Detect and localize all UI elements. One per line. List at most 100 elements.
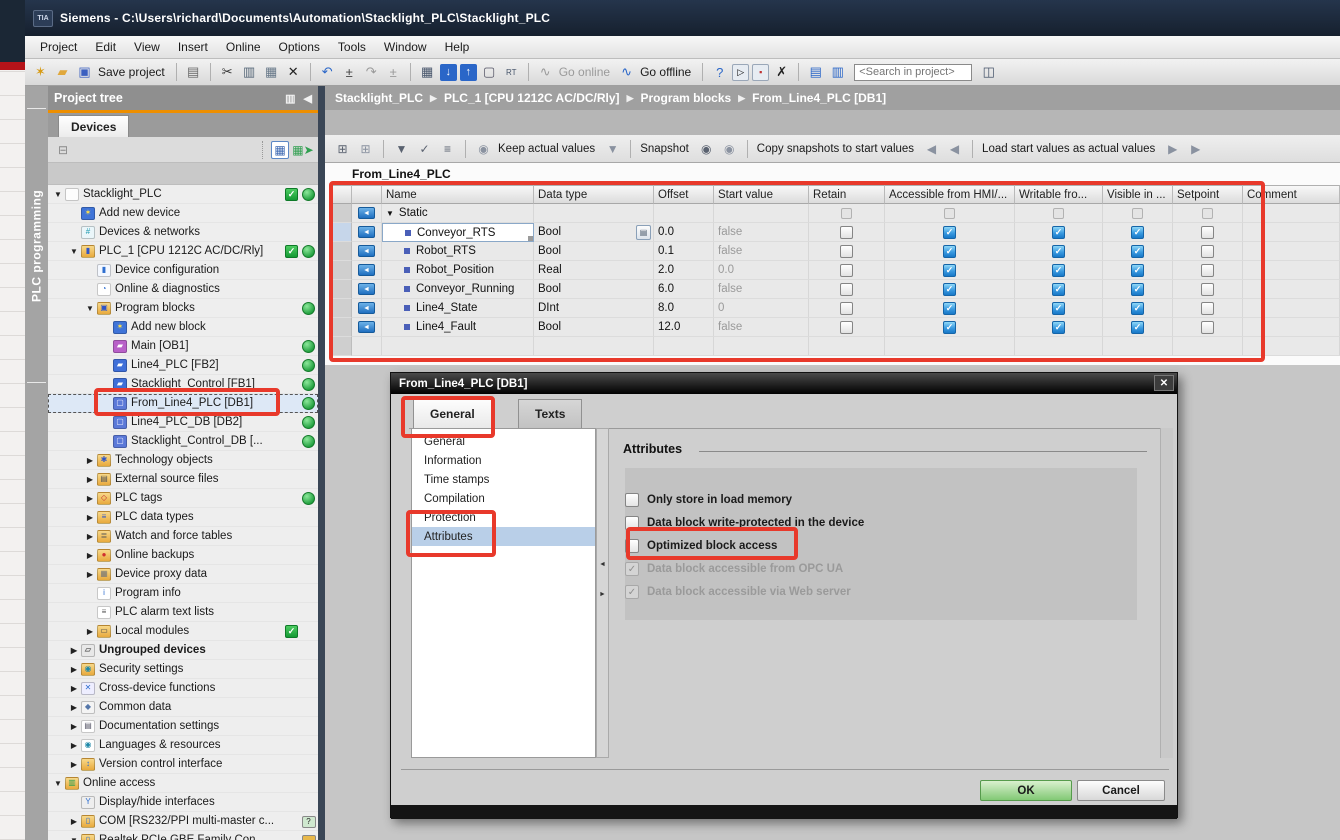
open-editor-icon[interactable]: ▦➤ [294,141,312,159]
checkbox-unchecked[interactable] [1201,264,1214,277]
checkbox-checked[interactable]: ✓ [943,226,956,239]
checkbox-checked[interactable]: ✓ [1052,283,1065,296]
data-type-cell[interactable]: Bool▤ [534,223,654,242]
collapse-arrow-icon[interactable]: ▶ [68,684,80,693]
go-offline-icon[interactable]: ∿ [617,63,636,82]
copy-snapshots-to-start-values-label[interactable]: Copy snapshots to start values [757,143,914,155]
checkbox-checked[interactable]: ✓ [1131,283,1144,296]
checkbox-checked[interactable]: ✓ [943,302,956,315]
split-horizontal-icon[interactable]: ▤ [806,63,825,82]
add-row-icon[interactable]: ⊞ [356,139,375,158]
checkbox-checked[interactable]: ✓ [1052,245,1065,258]
tree-item-plc-data-types[interactable]: ▶≡PLC data types [48,508,318,527]
tree-item-devices-networks[interactable]: #Devices & networks [48,223,318,242]
expand-arrow-icon[interactable]: ▼ [52,779,64,788]
paste-icon[interactable]: ▦ [262,63,281,82]
keep-actual-values-label[interactable]: Keep actual values [498,143,595,155]
tree-item-cross-device-functions[interactable]: ▶✕Cross-device functions [48,679,318,698]
tree-item-plc-tags[interactable]: ▶◇PLC tags [48,489,318,508]
start-value-cell[interactable]: 0.0 [714,261,809,280]
tree-item-add-new-device[interactable]: ✶Add new device [48,204,318,223]
checkbox-unchecked[interactable] [1201,226,1214,239]
tree-item-stacklight-control-db[interactable]: ▢Stacklight_Control_DB [... [48,432,318,451]
tree-item-version-control-interface[interactable]: ▶↕Version control interface [48,755,318,774]
copy-snapshot-icon[interactable]: ◀ [922,139,941,158]
tree-item-plc-alarm-text-lists[interactable]: ≡PLC alarm text lists [48,603,318,622]
keep-actual-values-icon[interactable]: ▼ [603,139,622,158]
tree-item-com-rs232-ppi-multi-master-c[interactable]: ▶▯COM [RS232/PPI multi-master c...? [48,812,318,831]
comment-cell[interactable] [1243,299,1340,318]
tree-item-ungrouped-devices[interactable]: ▶▱Ungrouped devices [48,641,318,660]
checkbox-unchecked[interactable] [944,208,955,219]
download-icon[interactable]: ↓ [440,64,457,81]
menu-tools[interactable]: Tools [329,38,375,56]
start-value-cell[interactable] [714,204,809,223]
checkbox-unchecked[interactable] [840,321,853,334]
copy-icon[interactable]: ▥ [240,63,259,82]
name-cell[interactable]: Conveyor_RTS [382,223,534,242]
dialog-checkbox-row-data-block-write-protected-in-the-device[interactable]: Data block write-protected in the device [625,515,864,531]
data-type-cell[interactable]: Bool [534,318,654,337]
comment-cell[interactable] [1243,318,1340,337]
update-interface-icon[interactable]: ✓ [415,139,434,158]
tree-item-online-diagnostics[interactable]: ◔Online & diagnostics [48,280,318,299]
splitter-left-icon[interactable]: ◄ [597,559,608,570]
dialog-nav-compilation[interactable]: Compilation [412,489,595,508]
dialog-title-bar[interactable]: From_Line4_PLC [DB1] ✕ [391,373,1177,394]
column-header-writable-fro[interactable]: Writable fro... [1015,185,1103,204]
tree-item-technology-objects[interactable]: ▶✱Technology objects [48,451,318,470]
collapse-arrow-icon[interactable]: ▶ [84,570,96,579]
stop-window-icon[interactable]: ▪ [752,64,769,81]
collapse-arrow-icon[interactable]: ▶ [84,513,96,522]
checkbox-unchecked[interactable] [625,493,639,507]
snapshot-icon[interactable]: ◉ [697,139,716,158]
print-icon[interactable]: ▤ [184,63,203,82]
tree-item-display-hide-interfaces[interactable]: YDisplay/hide interfaces [48,793,318,812]
upload-icon[interactable]: ↑ [460,64,477,81]
tree-item-from-line4-plc-db1[interactable]: ▢From_Line4_PLC [DB1] [48,394,318,413]
monitor-icon[interactable]: ◉ [474,139,493,158]
checkbox-checked[interactable]: ✓ [1131,226,1144,239]
column-header-name[interactable]: Name [382,185,534,204]
insert-row-icon[interactable]: ⊞ [333,139,352,158]
undo-icon[interactable]: ↶ [318,63,337,82]
column-header-comment[interactable]: Comment [1243,185,1340,204]
collapse-arrow-icon[interactable]: ▶ [68,760,80,769]
checkbox-checked[interactable]: ✓ [1052,321,1065,334]
tree-item-online-access[interactable]: ▼▥Online access [48,774,318,793]
name-cell[interactable]: Line4_State [382,299,534,318]
dialog-nav-time-stamps[interactable]: Time stamps [412,470,595,489]
expand-arrow-icon[interactable]: ▼ [68,836,80,840]
details-view-icon[interactable]: ▦ [271,141,289,159]
tree-item-languages-resources[interactable]: ▶◉Languages & resources [48,736,318,755]
comment-cell[interactable] [1243,204,1340,223]
tree-item-plc-1-cpu-1212c-ac-dc-rly[interactable]: ▼▮PLC_1 [CPU 1212C AC/DC/Rly]✓ [48,242,318,261]
comment-cell[interactable] [1243,223,1340,242]
dialog-nav-information[interactable]: Information [412,451,595,470]
tree-item-security-settings[interactable]: ▶◉Security settings [48,660,318,679]
data-type-dropdown-icon[interactable]: ▤ [636,225,651,240]
expand-arrow-icon[interactable]: ▼ [52,190,64,199]
collapse-arrow-icon[interactable]: ▶ [68,722,80,731]
tree-item-main-ob1[interactable]: ▰Main [OB1] [48,337,318,356]
group-expand-icon[interactable]: ▼ [386,209,394,218]
name-cell[interactable]: Robot_RTS [382,242,534,261]
start-value-cell[interactable]: false [714,318,809,337]
collapse-arrow-icon[interactable]: ▶ [84,475,96,484]
checkbox-checked[interactable]: ✓ [943,283,956,296]
checkbox-unchecked[interactable] [1132,208,1143,219]
breadcrumb-item-stacklight-plc[interactable]: Stacklight_PLC [335,91,423,105]
tree-item-external-source-files[interactable]: ▶▤External source files [48,470,318,489]
table-row-conveyor-rts[interactable]: ◄Conveyor_RTSBool▤0.0false✓✓✓ [330,223,1340,242]
checkbox-checked[interactable]: ✓ [1052,302,1065,315]
go-offline-label[interactable]: Go offline [640,65,691,79]
checkbox-unchecked[interactable] [1202,208,1213,219]
tree-item-line4-plc-db-db2[interactable]: ▢Line4_PLC_DB [DB2] [48,413,318,432]
dialog-checkbox-row-only-store-in-load-memory[interactable]: Only store in load memory [625,492,792,508]
menu-edit[interactable]: Edit [86,38,125,56]
checkbox-unchecked[interactable] [1201,245,1214,258]
menu-help[interactable]: Help [436,38,479,56]
checkbox-checked[interactable]: ✓ [1131,302,1144,315]
checkbox-unchecked[interactable] [625,539,639,553]
checkbox-unchecked[interactable] [840,302,853,315]
